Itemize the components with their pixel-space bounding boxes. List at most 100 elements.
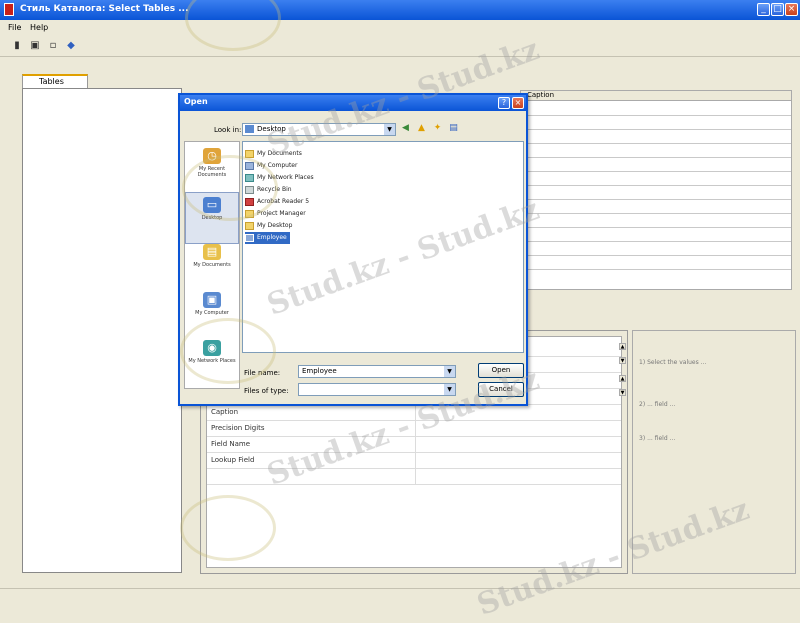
files-of-type-select[interactable]: ▼ — [298, 383, 456, 396]
tab-tables[interactable]: Tables — [22, 74, 88, 88]
file-item[interactable]: My Documents — [245, 148, 302, 160]
recycle-bin-icon — [245, 186, 254, 194]
file-item[interactable]: Project Manager — [245, 208, 306, 220]
fields-grid[interactable]: Caption — [520, 90, 792, 290]
file-item[interactable]: My Desktop — [245, 220, 292, 232]
network-icon — [245, 174, 254, 182]
property-row[interactable]: Lookup Field — [207, 453, 621, 469]
dialog-title: Open — [184, 97, 208, 106]
my-documents-icon: ▤ — [203, 244, 221, 260]
toolbar: ▮ ▣ ▫ ◆ — [0, 36, 800, 57]
dialog-title-bar: Open ? × — [180, 95, 526, 111]
shortcut-icon — [245, 210, 254, 218]
grid-line — [521, 129, 791, 130]
new-folder-icon[interactable]: ✦ — [432, 123, 443, 134]
file-name: Acrobat Reader 5 — [257, 198, 310, 205]
grid-header: Caption — [521, 91, 791, 101]
up-folder-icon[interactable]: ▲ — [416, 123, 427, 134]
shortcut-icon — [245, 222, 254, 230]
property-row[interactable]: Caption — [207, 405, 621, 421]
grid-line — [521, 171, 791, 172]
help-text: 3) ... field ... — [639, 435, 676, 442]
place-label: My Network Places — [188, 358, 236, 364]
help-text: 1) Select the values ... — [639, 359, 707, 366]
file-item[interactable]: My Network Places — [245, 172, 314, 184]
place-label: Desktop — [201, 215, 223, 221]
close-button[interactable]: × — [785, 3, 798, 16]
place-my-computer[interactable]: ▣ My Computer — [185, 288, 239, 340]
file-name: My Desktop — [257, 222, 293, 229]
place-my-documents[interactable]: ▤ My Documents — [185, 240, 239, 292]
file-item-selected[interactable]: Employee — [245, 232, 290, 244]
file-name: Employee — [257, 234, 287, 241]
place-my-network[interactable]: ◉ My Network Places — [185, 336, 239, 388]
grid-line — [521, 241, 791, 242]
dialog-help-button[interactable]: ? — [498, 97, 510, 109]
computer-icon — [245, 162, 254, 170]
desktop-icon — [245, 125, 254, 133]
place-desktop[interactable]: ▭ Desktop — [185, 192, 239, 244]
menu-help[interactable]: Help — [30, 23, 48, 32]
look-in-label: Look in: — [214, 126, 242, 134]
file-item[interactable]: My Computer — [245, 160, 297, 172]
look-in-select[interactable]: Desktop ▼ — [242, 123, 396, 136]
file-name-input[interactable]: Employee ▼ — [298, 365, 456, 378]
menu-file[interactable]: File — [8, 23, 21, 32]
grid-header-caption: Caption — [527, 91, 555, 99]
property-row[interactable] — [207, 469, 621, 485]
grid-line — [521, 213, 791, 214]
new-icon[interactable]: ▮ — [10, 39, 24, 53]
desktop-icon: ▭ — [203, 197, 221, 213]
file-item[interactable]: Recycle Bin — [245, 184, 292, 196]
file-name: My Network Places — [257, 174, 314, 181]
file-name: Project Manager — [257, 210, 306, 217]
grid-line — [521, 255, 791, 256]
minimize-button[interactable]: _ — [757, 3, 770, 16]
file-name: My Documents — [257, 150, 302, 157]
property-row[interactable]: Precision Digits — [207, 421, 621, 437]
property-row[interactable]: Field Name — [207, 437, 621, 453]
place-label: My Computer — [195, 310, 229, 316]
folder-icon — [245, 150, 254, 158]
chevron-down-icon[interactable]: ▼ — [384, 124, 395, 135]
chevron-down-icon[interactable]: ▼ — [444, 384, 455, 395]
place-recent-documents[interactable]: ◷ My Recent Documents — [185, 144, 239, 196]
pdf-icon — [245, 198, 254, 206]
window-title: Стиль Каталога: Select Tables ... — [20, 4, 189, 14]
grid-line — [521, 143, 791, 144]
chevron-down-icon[interactable]: ▼ — [444, 366, 455, 377]
file-list[interactable]: My Documents My Computer My Network Plac… — [242, 141, 524, 353]
file-item[interactable]: Acrobat Reader 5 — [245, 196, 309, 208]
status-bar — [0, 588, 800, 601]
grid-line — [521, 157, 791, 158]
spinner-up-icon[interactable]: ▲ — [619, 343, 626, 350]
spinner-down-icon[interactable]: ▼ — [619, 389, 626, 396]
help-icon[interactable]: ◆ — [64, 39, 78, 53]
spinner-down-icon[interactable]: ▼ — [619, 357, 626, 364]
help-panel: 1) Select the values ... 2) ... field ..… — [632, 330, 796, 574]
open-button[interactable]: Open — [478, 363, 524, 378]
my-network-icon: ◉ — [203, 340, 221, 356]
menu-bar: File Help — [0, 20, 800, 36]
dialog-close-button[interactable]: × — [512, 97, 524, 109]
back-icon[interactable]: ◀ — [400, 123, 411, 134]
cancel-button[interactable]: Cancel — [478, 382, 524, 397]
file-name: My Computer — [257, 162, 298, 169]
save-icon[interactable]: ▫ — [46, 39, 60, 53]
grid-line — [521, 185, 791, 186]
grid-line — [521, 199, 791, 200]
recent-documents-icon: ◷ — [203, 148, 221, 164]
spinner-up-icon[interactable]: ▲ — [619, 375, 626, 382]
property-label: Precision Digits — [211, 424, 265, 432]
help-text: 2) ... field ... — [639, 401, 676, 408]
file-name-value: Employee — [302, 367, 337, 375]
file-name: Recycle Bin — [257, 186, 292, 193]
tables-panel[interactable] — [22, 88, 182, 573]
open-icon[interactable]: ▣ — [28, 39, 42, 53]
maximize-button[interactable]: □ — [771, 3, 784, 16]
view-menu-icon[interactable]: ▤ — [448, 123, 459, 134]
grid-line — [521, 269, 791, 270]
app-icon[interactable] — [4, 3, 14, 16]
places-bar: ◷ My Recent Documents ▭ Desktop ▤ My Doc… — [184, 141, 240, 389]
property-label: Lookup Field — [211, 456, 255, 464]
